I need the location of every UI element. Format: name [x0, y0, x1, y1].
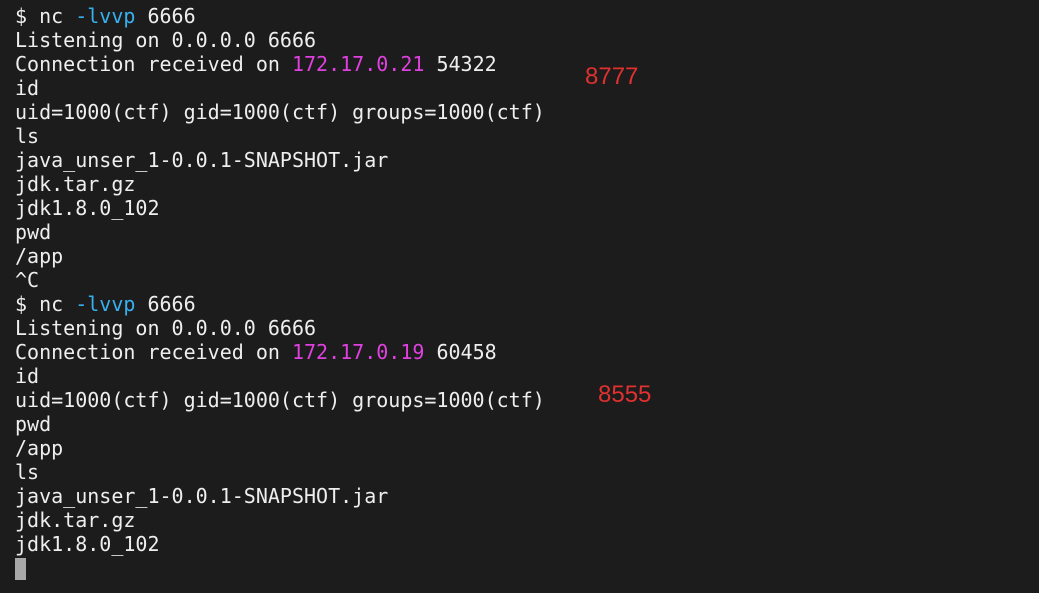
- ip-address: 172.17.0.21: [291, 52, 425, 76]
- terminal-line: /app: [15, 436, 545, 460]
- terminal-text: /app: [15, 244, 64, 268]
- command-flag: -lvvp: [75, 4, 136, 28]
- terminal-text: ^C: [15, 268, 40, 292]
- terminal-text: jdk1.8.0_102: [15, 532, 160, 556]
- terminal-text: Listening on 0.0.0.0 6666: [15, 316, 317, 340]
- terminal-text: uid=1000(ctf) gid=1000(ctf) groups=1000(…: [15, 100, 545, 124]
- terminal-line: /app: [15, 244, 545, 268]
- terminal-line: uid=1000(ctf) gid=1000(ctf) groups=1000(…: [15, 100, 545, 124]
- terminal-text: 54322: [424, 52, 497, 76]
- cursor-block: [15, 558, 26, 580]
- terminal-text: java_unser_1-0.0.1-SNAPSHOT.jar: [15, 484, 389, 508]
- terminal-text: $ nc: [15, 292, 76, 316]
- terminal-text: /app: [15, 436, 64, 460]
- prompt-line: [15, 556, 545, 580]
- scrollbar[interactable]: [1039, 0, 1050, 593]
- terminal-text: Listening on 0.0.0.0 6666: [15, 28, 317, 52]
- terminal-text: 6666: [135, 4, 196, 28]
- terminal-lines: $ nc -lvvp 6666 Listening on 0.0.0.0 6666…: [15, 4, 545, 580]
- terminal-line: ls: [15, 124, 545, 148]
- terminal-text: Connection received on: [15, 340, 292, 364]
- terminal-text: id: [15, 76, 40, 100]
- terminal-text: ls: [15, 460, 40, 484]
- terminal-text: jdk1.8.0_102: [15, 196, 160, 220]
- terminal-line: id: [15, 76, 545, 100]
- terminal-line: $ nc -lvvp 6666: [15, 4, 545, 28]
- terminal-text: java_unser_1-0.0.1-SNAPSHOT.jar: [15, 148, 389, 172]
- terminal-text: jdk.tar.gz: [15, 508, 136, 532]
- port-annotation-first: 8777: [585, 63, 639, 90]
- command-flag: -lvvp: [75, 292, 136, 316]
- terminal-line: java_unser_1-0.0.1-SNAPSHOT.jar: [15, 484, 545, 508]
- terminal-text: ls: [15, 124, 40, 148]
- terminal-line: ^C: [15, 268, 545, 292]
- terminal-line: uid=1000(ctf) gid=1000(ctf) groups=1000(…: [15, 388, 545, 412]
- terminal-text: Connection received on: [15, 52, 292, 76]
- terminal-text: uid=1000(ctf) gid=1000(ctf) groups=1000(…: [15, 388, 545, 412]
- port-annotation-second: 8555: [598, 381, 652, 408]
- terminal-text: 6666: [135, 292, 196, 316]
- terminal-line: jdk.tar.gz: [15, 508, 545, 532]
- terminal-line: id: [15, 364, 545, 388]
- terminal-line: Listening on 0.0.0.0 6666: [15, 28, 545, 52]
- terminal-line: jdk1.8.0_102: [15, 532, 545, 556]
- terminal-text: $ nc: [15, 4, 76, 28]
- terminal-line: Connection received on 172.17.0.19 60458: [15, 340, 545, 364]
- terminal-text: jdk.tar.gz: [15, 172, 136, 196]
- terminal-line: pwd: [15, 412, 545, 436]
- terminal-line: $ nc -lvvp 6666: [15, 292, 545, 316]
- ip-address: 172.17.0.19: [291, 340, 425, 364]
- terminal-text: 60458: [424, 340, 497, 364]
- terminal-line: Connection received on 172.17.0.21 54322: [15, 52, 545, 76]
- terminal-line: jdk1.8.0_102: [15, 196, 545, 220]
- terminal-line: jdk.tar.gz: [15, 172, 545, 196]
- terminal-text: id: [15, 364, 40, 388]
- terminal-window: $ nc -lvvp 6666 Listening on 0.0.0.0 6666…: [0, 0, 1050, 593]
- terminal-line: ls: [15, 460, 545, 484]
- terminal-line: Listening on 0.0.0.0 6666: [15, 316, 545, 340]
- terminal-line: pwd: [15, 220, 545, 244]
- terminal-text: pwd: [15, 220, 52, 244]
- terminal-output-area[interactable]: $ nc -lvvp 6666 Listening on 0.0.0.0 6666…: [0, 0, 1039, 593]
- terminal-text: pwd: [15, 412, 52, 436]
- terminal-line: java_unser_1-0.0.1-SNAPSHOT.jar: [15, 148, 545, 172]
